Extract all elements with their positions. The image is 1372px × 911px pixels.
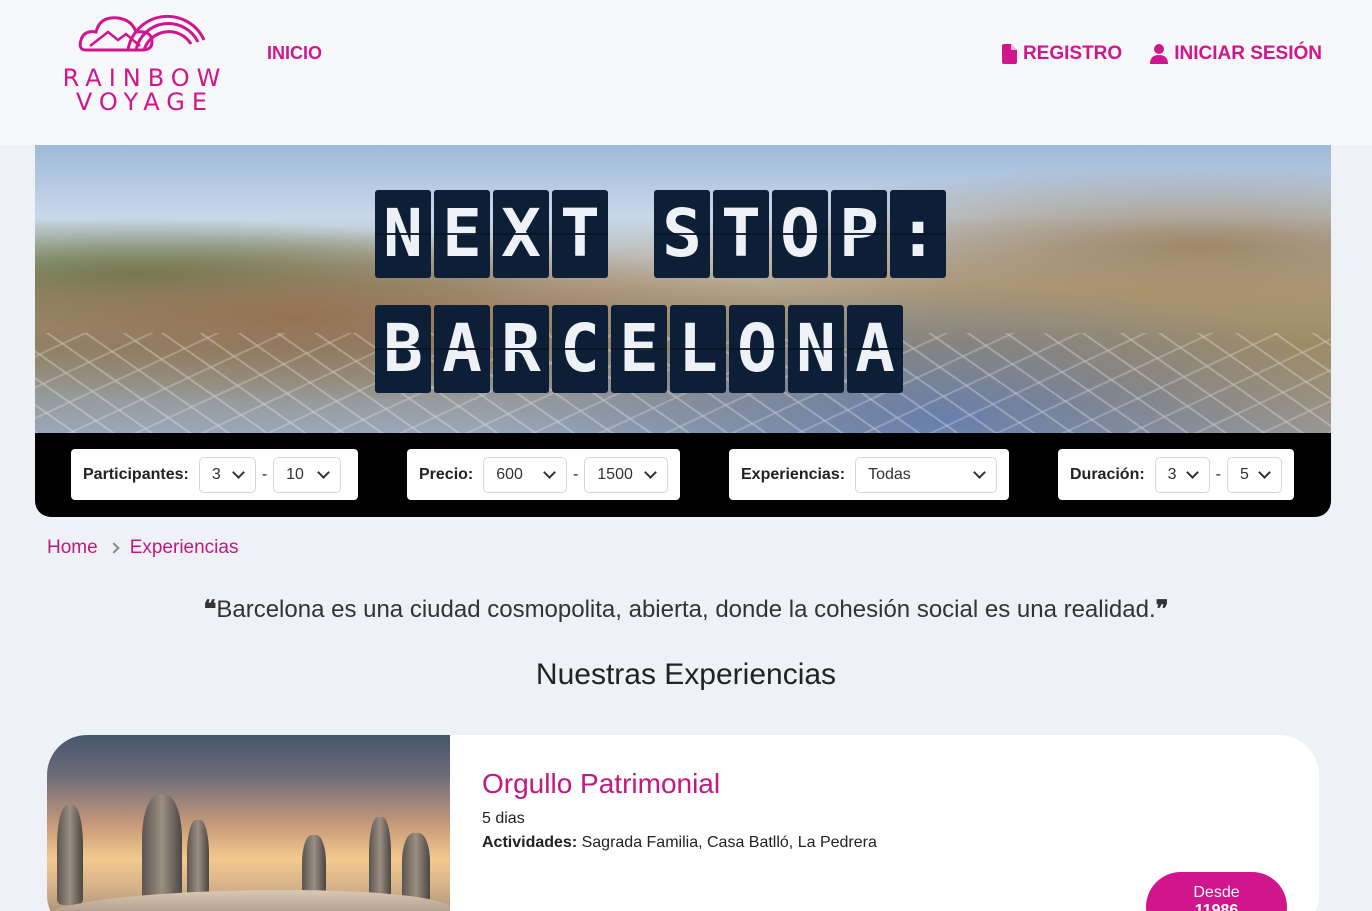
headline-letter: N [788, 305, 844, 393]
participants-max-value: 10 [286, 465, 304, 483]
headline-letter: E [434, 190, 490, 278]
experiences-select[interactable]: Todas [855, 456, 997, 493]
range-separator: - [1215, 465, 1221, 483]
price-max-value: 1500 [597, 465, 633, 483]
participants-min-select[interactable]: 3 [198, 456, 256, 493]
open-quote-icon: ❝ [203, 594, 217, 623]
headline-letter: O [729, 305, 785, 393]
experience-duration: 5 dias [482, 810, 525, 827]
chevron-down-icon [317, 465, 331, 479]
chevron-down-icon [1258, 465, 1271, 479]
quote-text: Barcelona es una ciudad cosmopolita, abi… [216, 596, 1156, 623]
headline-letter: R [493, 305, 549, 393]
duration-max-value: 5 [1240, 465, 1249, 483]
experience-title[interactable]: Orgullo Patrimonial [482, 768, 720, 800]
register-label: REGISTRO [1022, 43, 1123, 64]
logo-text: RAINBOW VOYAGE [62, 64, 228, 116]
chimney-shape [142, 795, 182, 905]
headline-letter: S [654, 190, 710, 278]
headline-letter: P [831, 190, 887, 278]
breadcrumb: Home Experiencias [47, 537, 238, 559]
price-from-label: Desde [1193, 884, 1240, 901]
chevron-down-icon [644, 465, 657, 479]
experience-image [47, 735, 450, 911]
headline-letter: X [493, 190, 549, 278]
headline-letter: E [611, 305, 667, 393]
price-value: 11986 [1194, 902, 1239, 911]
chevron-down-icon [1185, 465, 1199, 479]
chevron-down-icon [973, 465, 986, 479]
nav-account: REGISTRO INICIAR SESIÓN [1001, 43, 1322, 65]
participants-filter: Participantes: 3 - 10 [71, 449, 358, 500]
rainbow-voyage-logo[interactable]: RAINBOW VOYAGE [50, 0, 240, 120]
range-separator: - [572, 465, 579, 483]
experience-activities: Actividades: Sagrada Familia, Casa Batll… [482, 834, 877, 852]
chevron-right-icon [108, 542, 120, 554]
activities-label: Actividades: [482, 834, 578, 851]
hero-headline-line1: NEXTSTOP: [375, 190, 946, 278]
nav-home-link[interactable]: INICIO [267, 43, 322, 64]
experiences-filter: Experiencias: Todas [729, 449, 1009, 500]
price-min-value: 600 [496, 465, 523, 483]
breadcrumb-home-link[interactable]: Home [47, 537, 98, 559]
experiences-label: Experiencias: [741, 465, 846, 483]
participants-min-value: 3 [211, 465, 221, 483]
headline-letter: T [713, 190, 769, 278]
duration-label: Duración: [1070, 465, 1145, 483]
headline-letter: L [670, 305, 726, 393]
headline-letter: T [552, 190, 608, 278]
city-quote: ❝Barcelona es una ciudad cosmopolita, ab… [0, 594, 1372, 624]
section-title: Nuestras Experiencias [535, 658, 837, 691]
chimney-shape [402, 833, 430, 905]
price-min-select[interactable]: 600 [483, 456, 567, 493]
price-filter: Precio: 600 - 1500 [407, 449, 680, 500]
duration-filter: Duración: 3 - 5 [1058, 449, 1294, 500]
headline-letter: A [434, 305, 490, 393]
close-quote-icon: ❞ [1155, 594, 1169, 623]
price-button[interactable]: Desde 11986 [1146, 872, 1287, 911]
headline-letter: B [375, 305, 431, 393]
duration-min-select[interactable]: 3 [1154, 456, 1210, 493]
file-icon [1001, 44, 1017, 64]
experiences-value: Todas [868, 465, 911, 483]
participants-label: Participantes: [83, 465, 189, 483]
filter-bar: Participantes: 3 - 10 Precio: 600 - 1500… [35, 433, 1331, 517]
headline-letter: O [772, 190, 828, 278]
participants-max-select[interactable]: 10 [273, 456, 342, 493]
roof-shape [47, 890, 450, 911]
user-icon [1150, 44, 1169, 64]
headline-letter: C [552, 305, 608, 393]
rainbow-cloud-icon [78, 14, 206, 52]
headline-letter: N [375, 190, 431, 278]
headline-letter [611, 190, 651, 278]
activities-list: Sagrada Familia, Casa Batlló, La Pedrera [581, 834, 877, 851]
headline-letter: : [890, 190, 946, 278]
site-header: RAINBOW VOYAGE INICIO REGISTRO INICIAR S… [0, 0, 1372, 145]
range-separator: - [261, 465, 268, 483]
chimney-shape [57, 805, 83, 905]
experience-card[interactable]: Orgullo Patrimonial 5 dias Actividades: … [47, 735, 1319, 911]
headline-letter: A [847, 305, 903, 393]
duration-max-select[interactable]: 5 [1227, 456, 1282, 493]
duration-min-value: 3 [1167, 465, 1177, 483]
hero-banner: NEXTSTOP: BARCELONA [35, 145, 1331, 433]
hero-headline-line2: BARCELONA [375, 305, 903, 393]
login-link[interactable]: INICIAR SESIÓN [1150, 43, 1322, 65]
chevron-down-icon [543, 465, 556, 479]
chevron-down-icon [231, 465, 245, 479]
price-label: Precio: [419, 465, 474, 483]
breadcrumb-current-link[interactable]: Experiencias [130, 537, 239, 559]
register-link[interactable]: REGISTRO [1001, 43, 1123, 65]
login-label: INICIAR SESIÓN [1174, 43, 1322, 64]
price-max-select[interactable]: 1500 [584, 456, 668, 493]
